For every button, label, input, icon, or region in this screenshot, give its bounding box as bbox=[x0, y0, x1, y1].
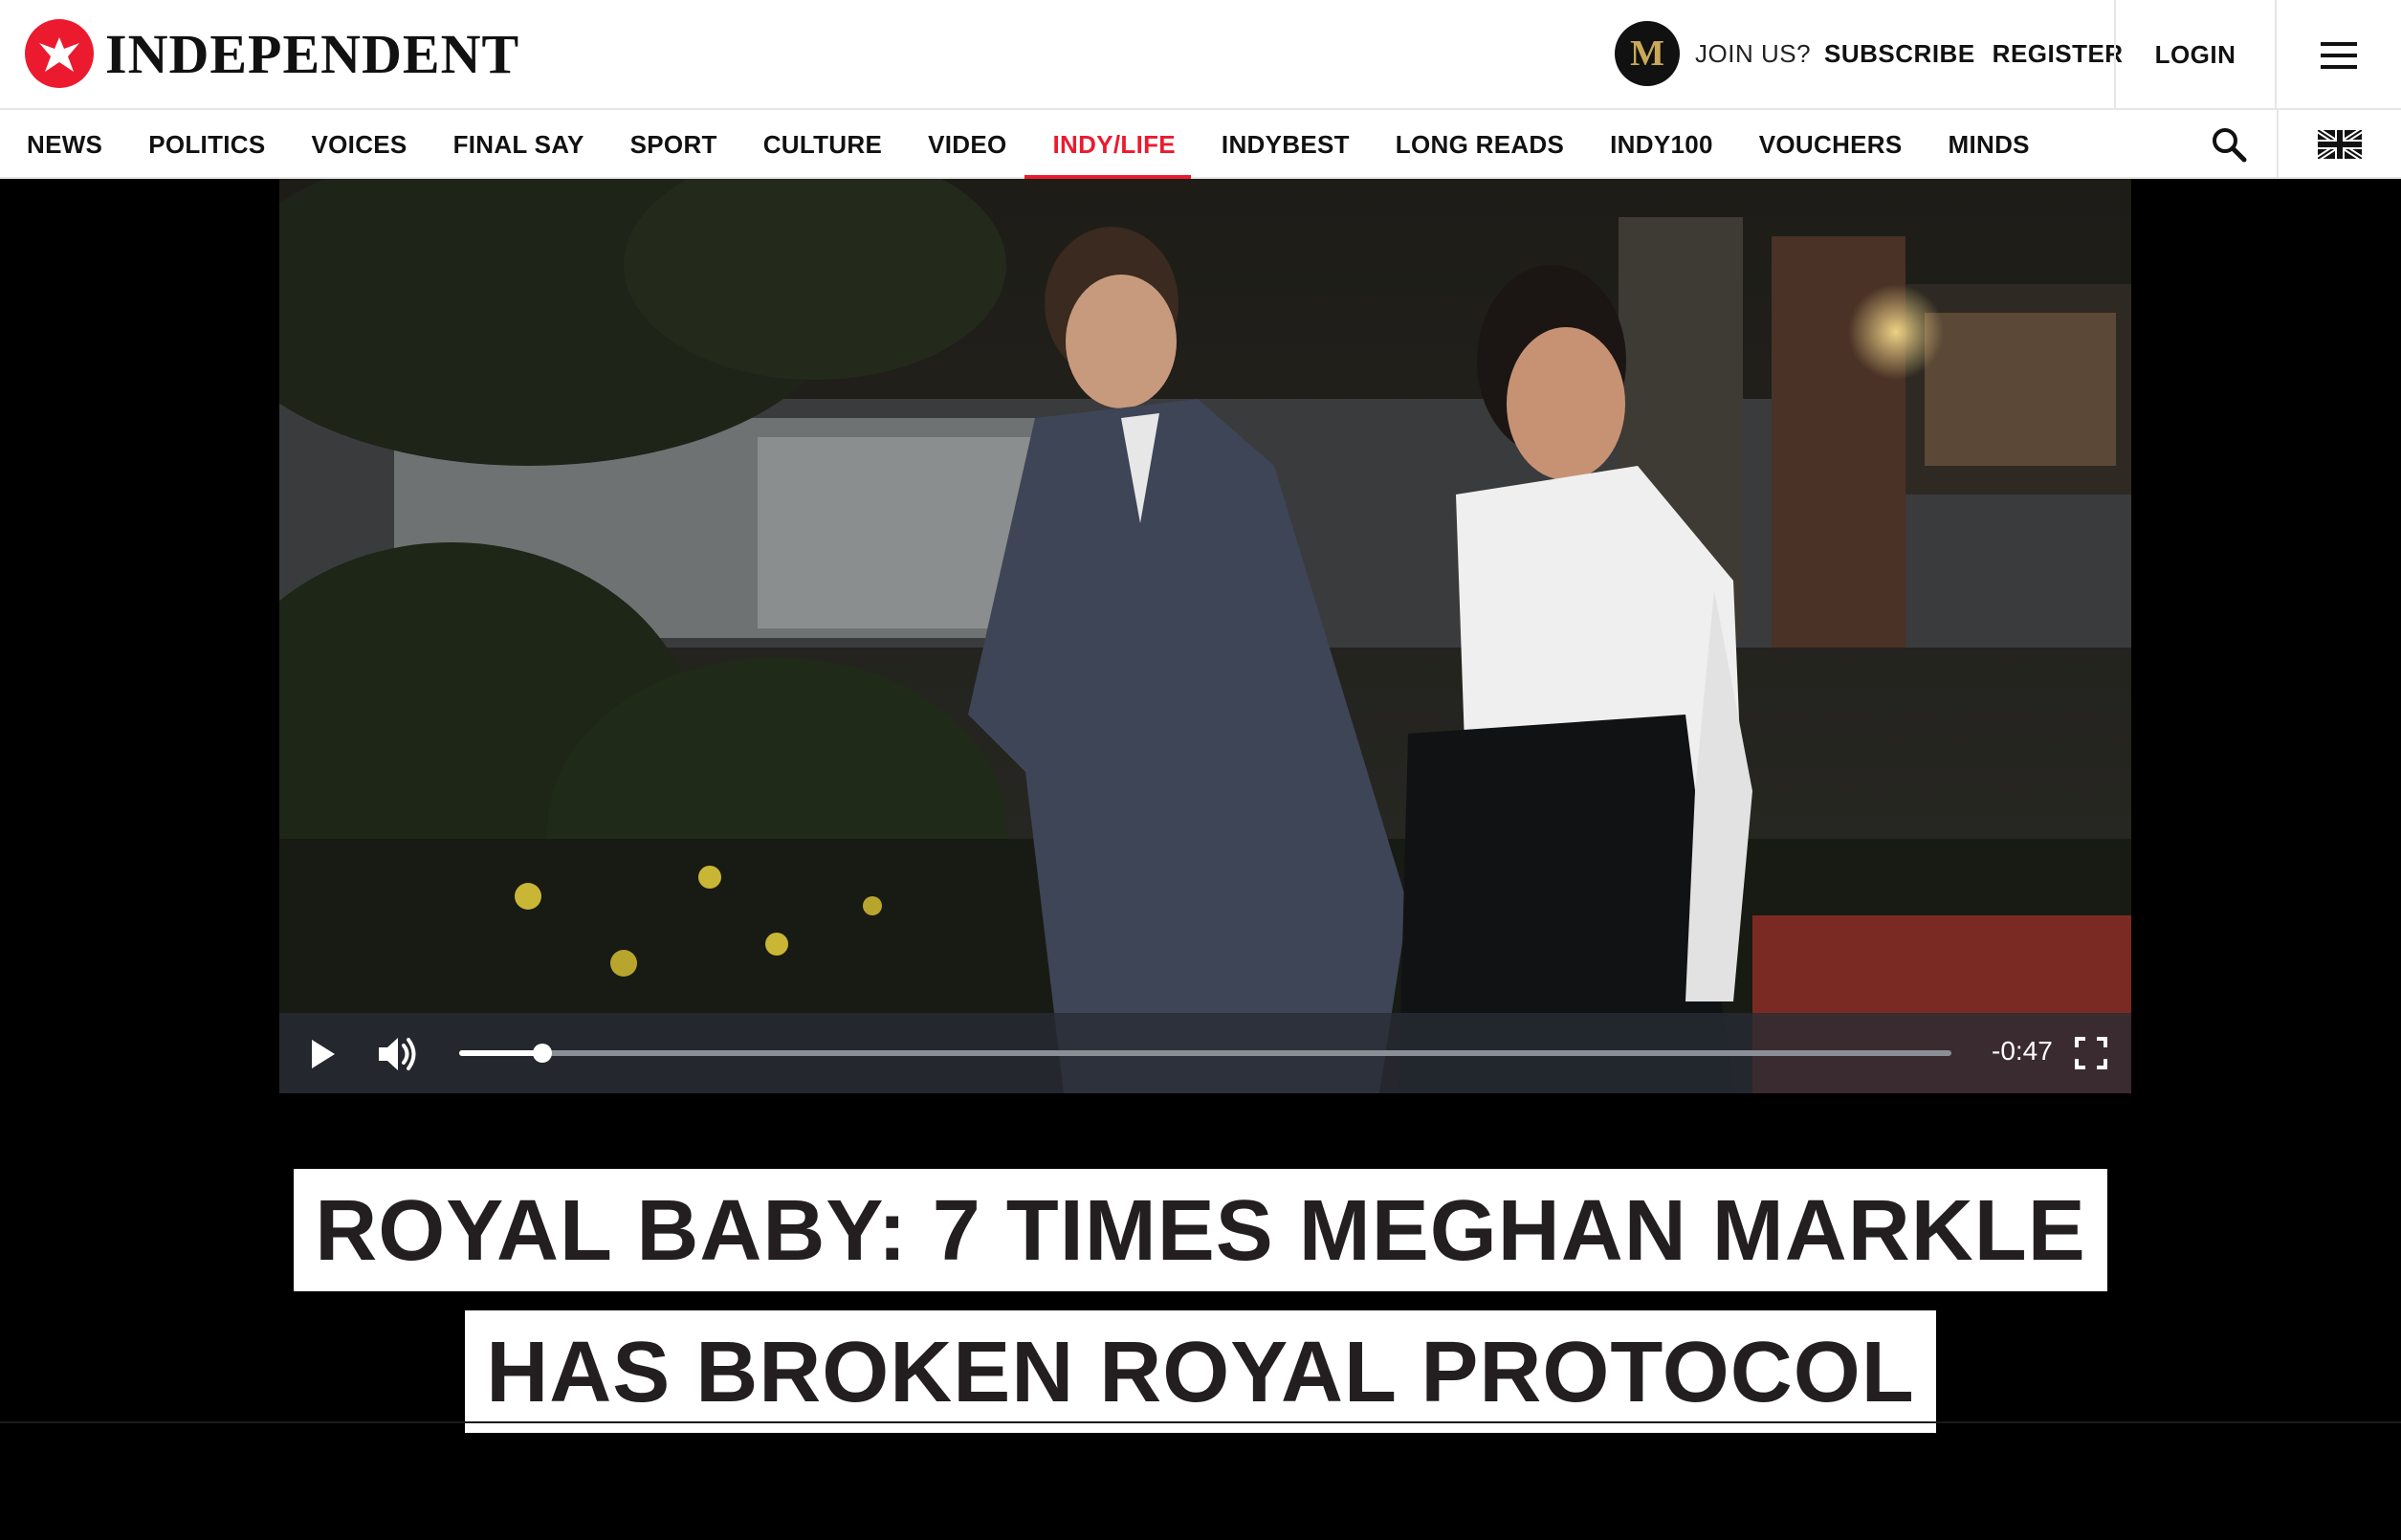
login-button[interactable]: LOGIN bbox=[2116, 0, 2275, 110]
time-remaining: -0:47 bbox=[1992, 1036, 2053, 1066]
headline-line-1: ROYAL BABY: 7 TIMES MEGHAN MARKLE bbox=[294, 1169, 2107, 1291]
nav-item-long-reads[interactable]: LONG READS bbox=[1396, 110, 1564, 179]
membership-badge-icon[interactable]: M bbox=[1615, 21, 1680, 86]
video-frame bbox=[279, 179, 2131, 1093]
nav-item-voices[interactable]: VOICES bbox=[312, 110, 408, 179]
nav-item-final-say[interactable]: FINAL SAY bbox=[453, 110, 584, 179]
main-nav: NEWS POLITICS VOICES FINAL SAY SPORT CUL… bbox=[0, 110, 2401, 179]
join-us-text: JOIN US? bbox=[1695, 38, 1812, 68]
video-controls: -0:47 bbox=[279, 1013, 2131, 1093]
nav-item-video[interactable]: VIDEO bbox=[928, 110, 1006, 179]
nav-item-indy100[interactable]: INDY100 bbox=[1610, 110, 1713, 179]
volume-icon[interactable] bbox=[375, 1032, 419, 1076]
nav-item-news[interactable]: NEWS bbox=[27, 110, 102, 179]
nav-item-culture[interactable]: CULTURE bbox=[763, 110, 882, 179]
nav-item-sport[interactable]: SPORT bbox=[630, 110, 717, 179]
nav-item-indy-life[interactable]: INDY / LIFE bbox=[1024, 110, 1192, 179]
fullscreen-icon[interactable] bbox=[2074, 1036, 2108, 1070]
nav-item-minds[interactable]: MINDS bbox=[1949, 110, 2030, 179]
divider bbox=[0, 1421, 2401, 1423]
subscribe-link[interactable]: SUBSCRIBE bbox=[1824, 39, 1975, 69]
eagle-icon bbox=[25, 19, 94, 88]
search-icon[interactable] bbox=[2181, 110, 2277, 179]
video-player[interactable]: -0:47 bbox=[279, 179, 2131, 1093]
nav-item-indybest[interactable]: INDYBEST bbox=[1222, 110, 1350, 179]
nav-item-vouchers[interactable]: VOUCHERS bbox=[1759, 110, 1903, 179]
site-logo[interactable]: INDEPENDENT bbox=[25, 19, 519, 88]
brand-name: INDEPENDENT bbox=[105, 22, 520, 85]
menu-icon[interactable] bbox=[2277, 0, 2401, 110]
progress-handle[interactable] bbox=[533, 1044, 553, 1063]
headline-line-2: HAS BROKEN ROYAL PROTOCOL bbox=[465, 1310, 1936, 1433]
article-headline: ROYAL BABY: 7 TIMES MEGHAN MARKLE HAS BR… bbox=[0, 1169, 2401, 1433]
play-icon[interactable] bbox=[302, 1034, 342, 1074]
nav-item-politics[interactable]: POLITICS bbox=[148, 110, 265, 179]
membership-area: M JOIN US? SUBSCRIBE REGISTER bbox=[1615, 19, 2124, 88]
site-header: INDEPENDENT M JOIN US? SUBSCRIBE REGISTE… bbox=[0, 0, 2401, 110]
progress-bar[interactable] bbox=[459, 1044, 1951, 1063]
progress-fill bbox=[459, 1050, 543, 1056]
uk-flag-icon[interactable] bbox=[2277, 110, 2401, 179]
register-link[interactable]: REGISTER bbox=[1993, 39, 2124, 69]
